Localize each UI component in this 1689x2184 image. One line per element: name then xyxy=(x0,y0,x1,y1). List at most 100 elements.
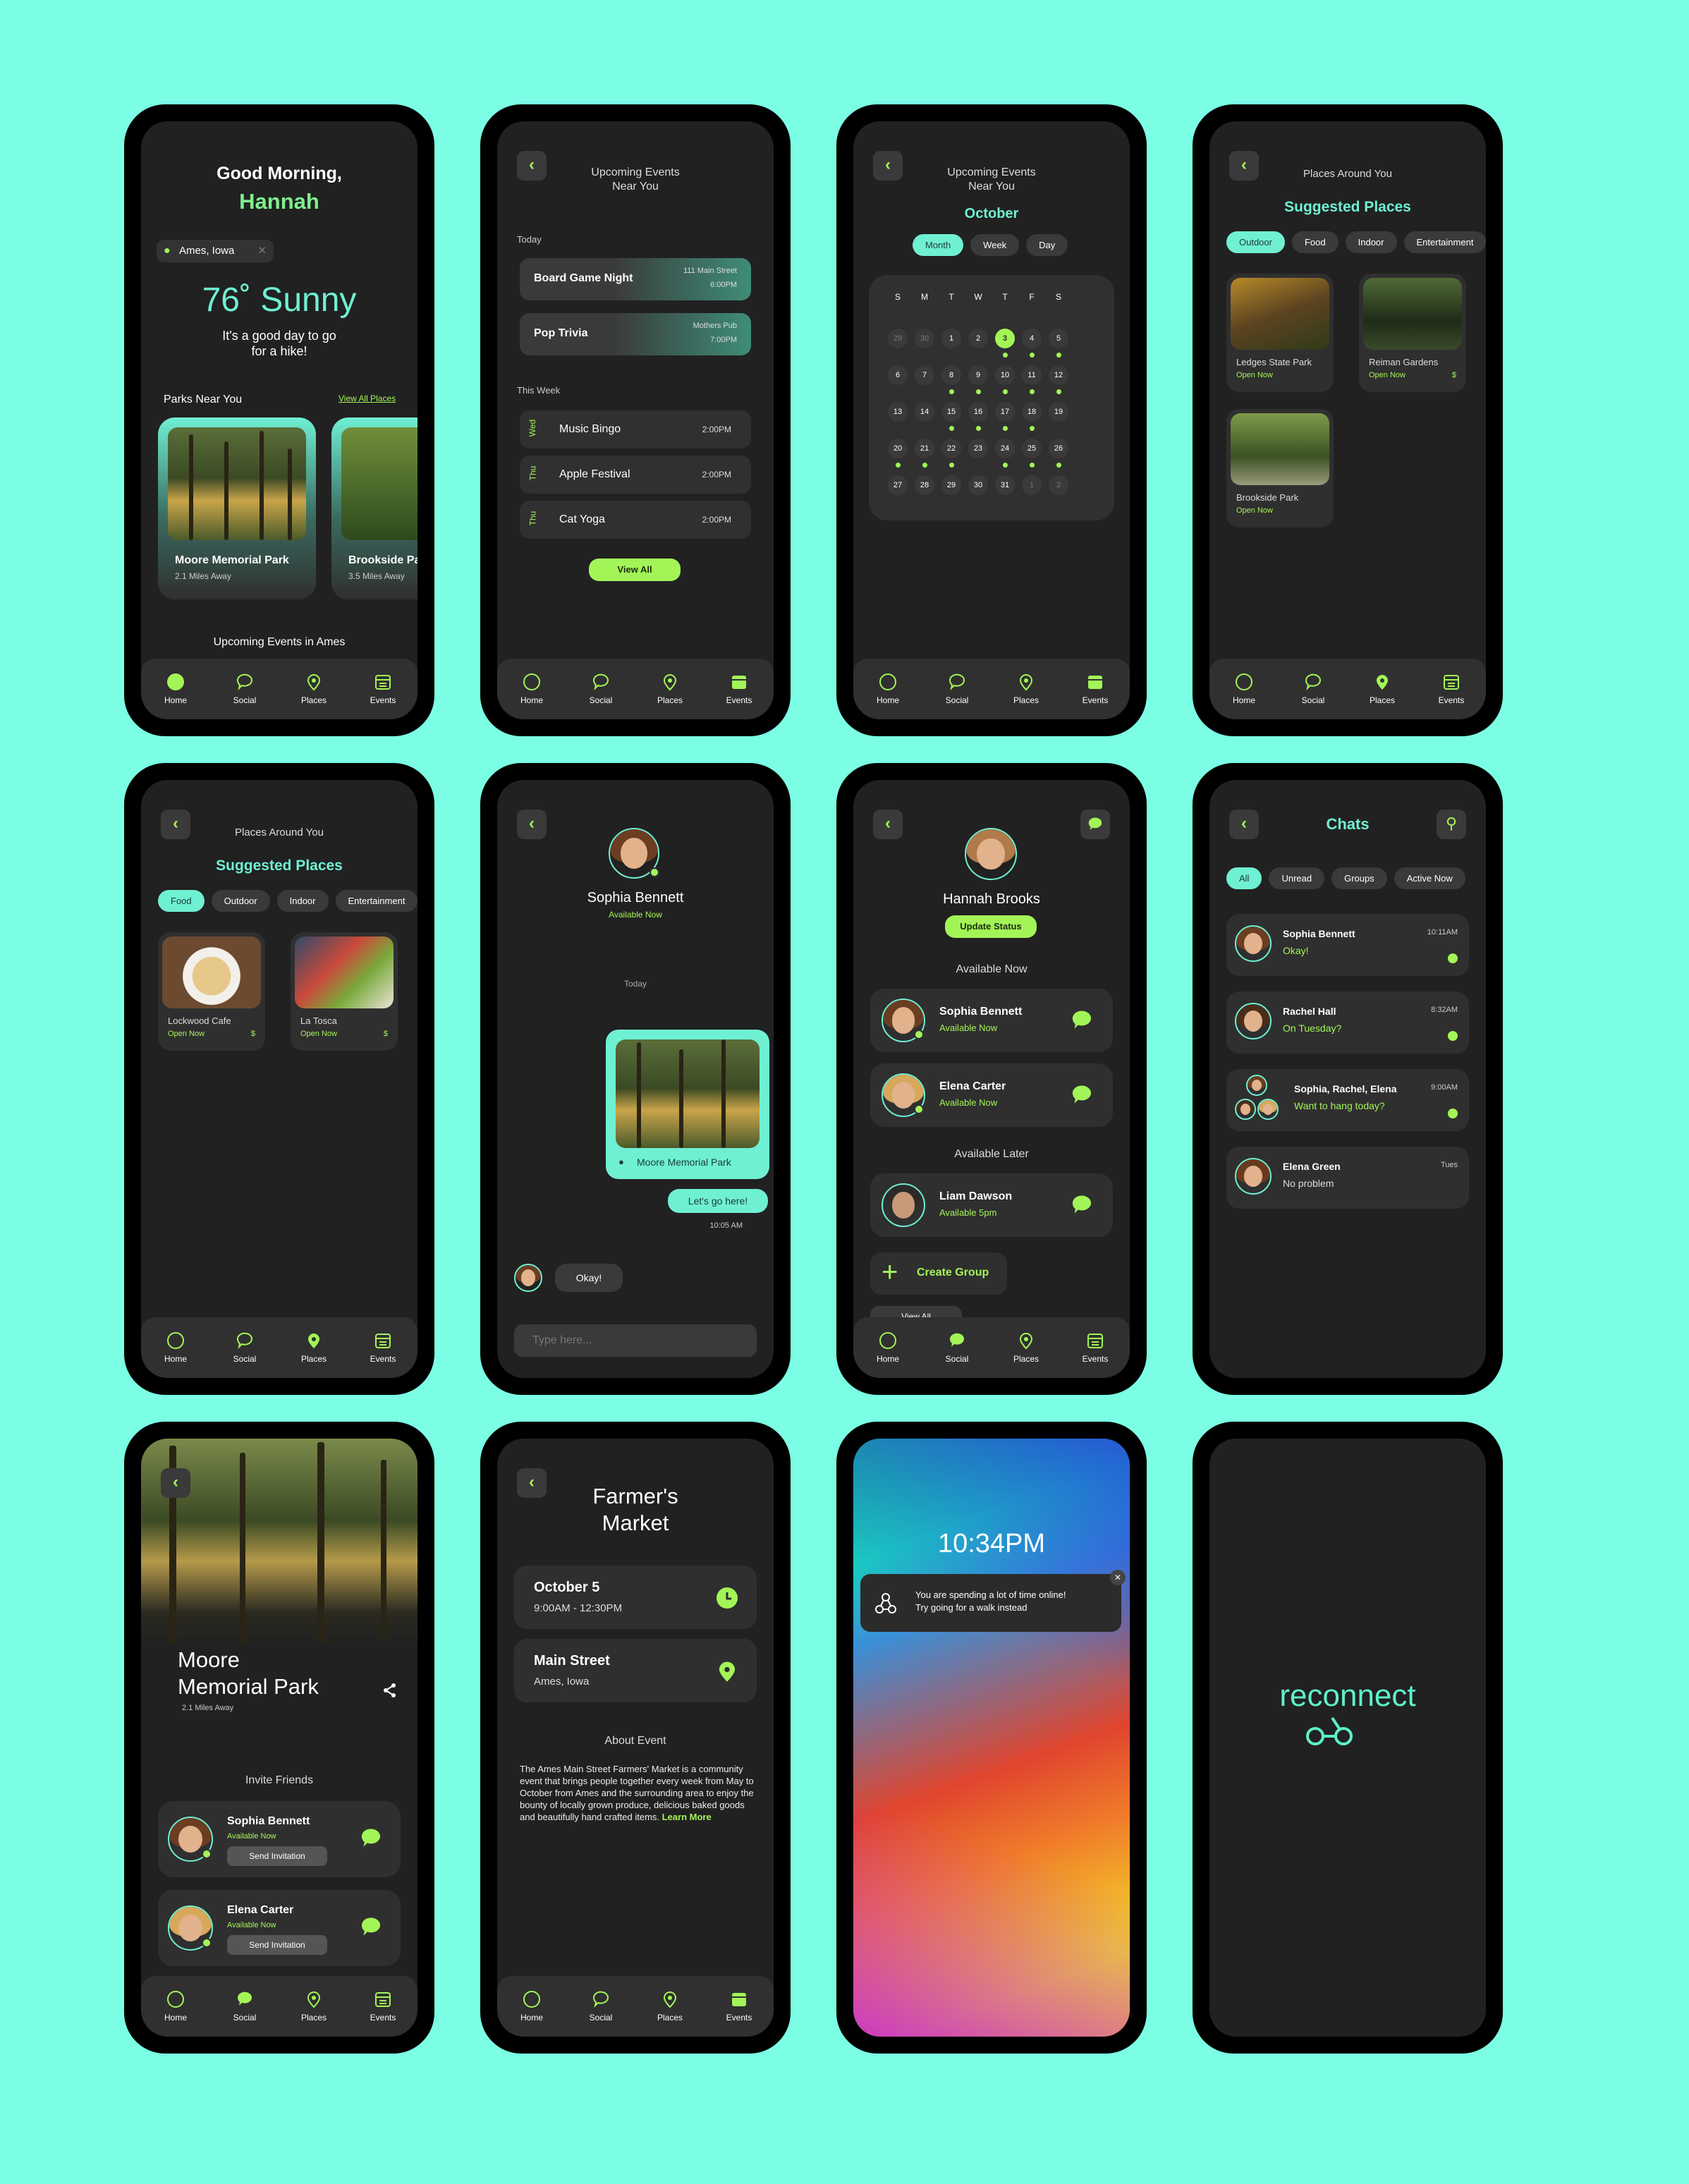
calendar-day[interactable]: 12 xyxy=(1045,365,1072,402)
nav-social[interactable]: Social xyxy=(220,1990,269,2023)
view-all-button[interactable]: View All xyxy=(589,559,681,581)
nav-home[interactable]: Home xyxy=(507,673,556,705)
nav-places[interactable]: Places xyxy=(289,1331,339,1364)
nav-social[interactable]: Social xyxy=(220,673,269,705)
nav-events[interactable]: Events xyxy=(1427,673,1476,705)
chip-entertainment[interactable]: Entertainment xyxy=(335,890,417,912)
nav-social[interactable]: Social xyxy=(1288,673,1338,705)
location-chip[interactable]: ● Ames, Iowa ✕ xyxy=(157,240,274,262)
calendar-day[interactable]: 29 xyxy=(938,475,965,512)
back-button[interactable]: ‹ xyxy=(517,810,547,839)
friend-card[interactable]: Liam Dawson Available 5pm xyxy=(870,1173,1113,1237)
calendar-day[interactable]: 3 xyxy=(992,329,1018,365)
calendar-day[interactable]: 22 xyxy=(938,439,965,475)
nav-places[interactable]: Places xyxy=(1001,1331,1051,1364)
chat-icon[interactable] xyxy=(1068,1193,1096,1217)
calendar-day[interactable]: 16 xyxy=(965,402,992,439)
calendar-day[interactable]: 1 xyxy=(938,329,965,365)
chat-icon[interactable] xyxy=(357,1915,385,1939)
close-icon[interactable]: ✕ xyxy=(257,240,267,262)
nav-events[interactable]: Events xyxy=(714,1990,764,2023)
message-input[interactable] xyxy=(514,1324,757,1357)
calendar-day[interactable]: 23 xyxy=(965,439,992,475)
send-invitation-button[interactable]: Send Invitation xyxy=(227,1935,327,1955)
friend-card[interactable]: Elena Carter Available Now xyxy=(870,1063,1113,1127)
calendar-day[interactable]: 5 xyxy=(1045,329,1072,365)
chat-row[interactable]: Sophia, Rachel, Elena 9:00AM Want to han… xyxy=(1226,1069,1469,1131)
calendar-day[interactable]: 18 xyxy=(1018,402,1045,439)
nav-social[interactable]: Social xyxy=(932,673,982,705)
calendar-day[interactable]: 11 xyxy=(1018,365,1045,402)
chip-active-now[interactable]: Active Now xyxy=(1394,867,1465,889)
calendar-day[interactable]: 29 xyxy=(884,329,911,365)
nav-social[interactable]: Social xyxy=(576,673,626,705)
calendar-day[interactable]: 2 xyxy=(965,329,992,365)
share-icon[interactable] xyxy=(382,1683,398,1698)
calendar-day[interactable]: 25 xyxy=(1018,439,1045,475)
back-button[interactable]: ‹ xyxy=(873,810,903,839)
close-icon[interactable]: ✕ xyxy=(1110,1570,1126,1585)
calendar-day[interactable]: 30 xyxy=(965,475,992,512)
chip-indoor[interactable]: Indoor xyxy=(276,890,329,912)
nav-events[interactable]: Events xyxy=(358,673,408,705)
calendar-day[interactable]: 8 xyxy=(938,365,965,402)
chip-indoor[interactable]: Indoor xyxy=(1345,231,1397,253)
nav-events[interactable]: Events xyxy=(1071,673,1120,705)
chat-button[interactable] xyxy=(1080,810,1110,839)
nav-events[interactable]: Events xyxy=(358,1331,408,1364)
calendar-day[interactable]: 14 xyxy=(911,402,938,439)
place-card[interactable]: La Tosca Open Now $ xyxy=(291,932,398,1051)
send-invitation-button[interactable]: Send Invitation xyxy=(227,1846,327,1866)
create-group-button[interactable]: + Create Group xyxy=(870,1252,1007,1295)
nav-home[interactable]: Home xyxy=(151,1990,200,2023)
learn-more-link[interactable]: Learn More xyxy=(662,1812,712,1822)
calendar-day[interactable]: 31 xyxy=(992,475,1018,512)
view-all-places-link[interactable]: View All Places xyxy=(339,394,396,403)
calendar-day[interactable]: 24 xyxy=(992,439,1018,475)
chip-unread[interactable]: Unread xyxy=(1269,867,1325,889)
search-icon[interactable]: ⚲ xyxy=(1437,810,1466,839)
calendar-day[interactable]: 20 xyxy=(884,439,911,475)
calendar-day[interactable]: 19 xyxy=(1045,402,1072,439)
chat-icon[interactable] xyxy=(1068,1008,1096,1032)
chip-food[interactable]: Food xyxy=(1291,231,1339,253)
chip-food[interactable]: Food xyxy=(158,890,205,912)
calendar-day[interactable]: 7 xyxy=(911,365,938,402)
calendar-day[interactable]: 10 xyxy=(992,365,1018,402)
calendar-day[interactable]: 1 xyxy=(1018,475,1045,512)
calendar-day[interactable]: 13 xyxy=(884,402,911,439)
chip-groups[interactable]: Groups xyxy=(1331,867,1387,889)
park-card-2[interactable]: Brookside Park 3.5 Miles Away xyxy=(331,417,417,599)
nav-home[interactable]: Home xyxy=(151,1331,200,1364)
tab-month[interactable]: Month xyxy=(913,234,964,256)
nav-events[interactable]: Events xyxy=(1071,1331,1120,1364)
chip-outdoor[interactable]: Outdoor xyxy=(211,890,270,912)
nav-places[interactable]: Places xyxy=(289,1990,339,2023)
chat-icon[interactable] xyxy=(357,1826,385,1850)
calendar-day[interactable]: 26 xyxy=(1045,439,1072,475)
place-card[interactable]: Lockwood Cafe Open Now $ xyxy=(158,932,265,1051)
nav-home[interactable]: Home xyxy=(863,673,913,705)
calendar-day[interactable]: 9 xyxy=(965,365,992,402)
nav-social[interactable]: Social xyxy=(932,1331,982,1364)
event-card-today[interactable]: Pop Trivia Mothers Pub 7:00PM xyxy=(520,313,751,355)
nav-home[interactable]: Home xyxy=(507,1990,556,2023)
nav-places[interactable]: Places xyxy=(1001,673,1051,705)
nav-events[interactable]: Events xyxy=(358,1990,408,2023)
back-button[interactable]: ‹ xyxy=(161,1468,190,1498)
park-card-1[interactable]: Moore Memorial Park 2.1 Miles Away xyxy=(158,417,316,599)
nav-home[interactable]: Home xyxy=(151,673,200,705)
location-card[interactable]: Main Street Ames, Iowa xyxy=(514,1639,757,1702)
calendar-day[interactable]: 6 xyxy=(884,365,911,402)
place-card[interactable]: Ledges State Park Open Now xyxy=(1226,274,1334,392)
place-card[interactable]: Brookside Park Open Now xyxy=(1226,409,1334,527)
nav-home[interactable]: Home xyxy=(1219,673,1269,705)
chip-all[interactable]: All xyxy=(1226,867,1262,889)
update-status-button[interactable]: Update Status xyxy=(945,915,1037,938)
chat-row[interactable]: Elena Green Tues No problem xyxy=(1226,1147,1469,1209)
calendar-day[interactable]: 4 xyxy=(1018,329,1045,365)
nav-places[interactable]: Places xyxy=(645,673,695,705)
calendar-day[interactable]: 28 xyxy=(911,475,938,512)
place-card[interactable]: Reiman Gardens Open Now $ xyxy=(1359,274,1466,392)
shared-place-card[interactable]: ● Moore Memorial Park xyxy=(606,1030,769,1179)
